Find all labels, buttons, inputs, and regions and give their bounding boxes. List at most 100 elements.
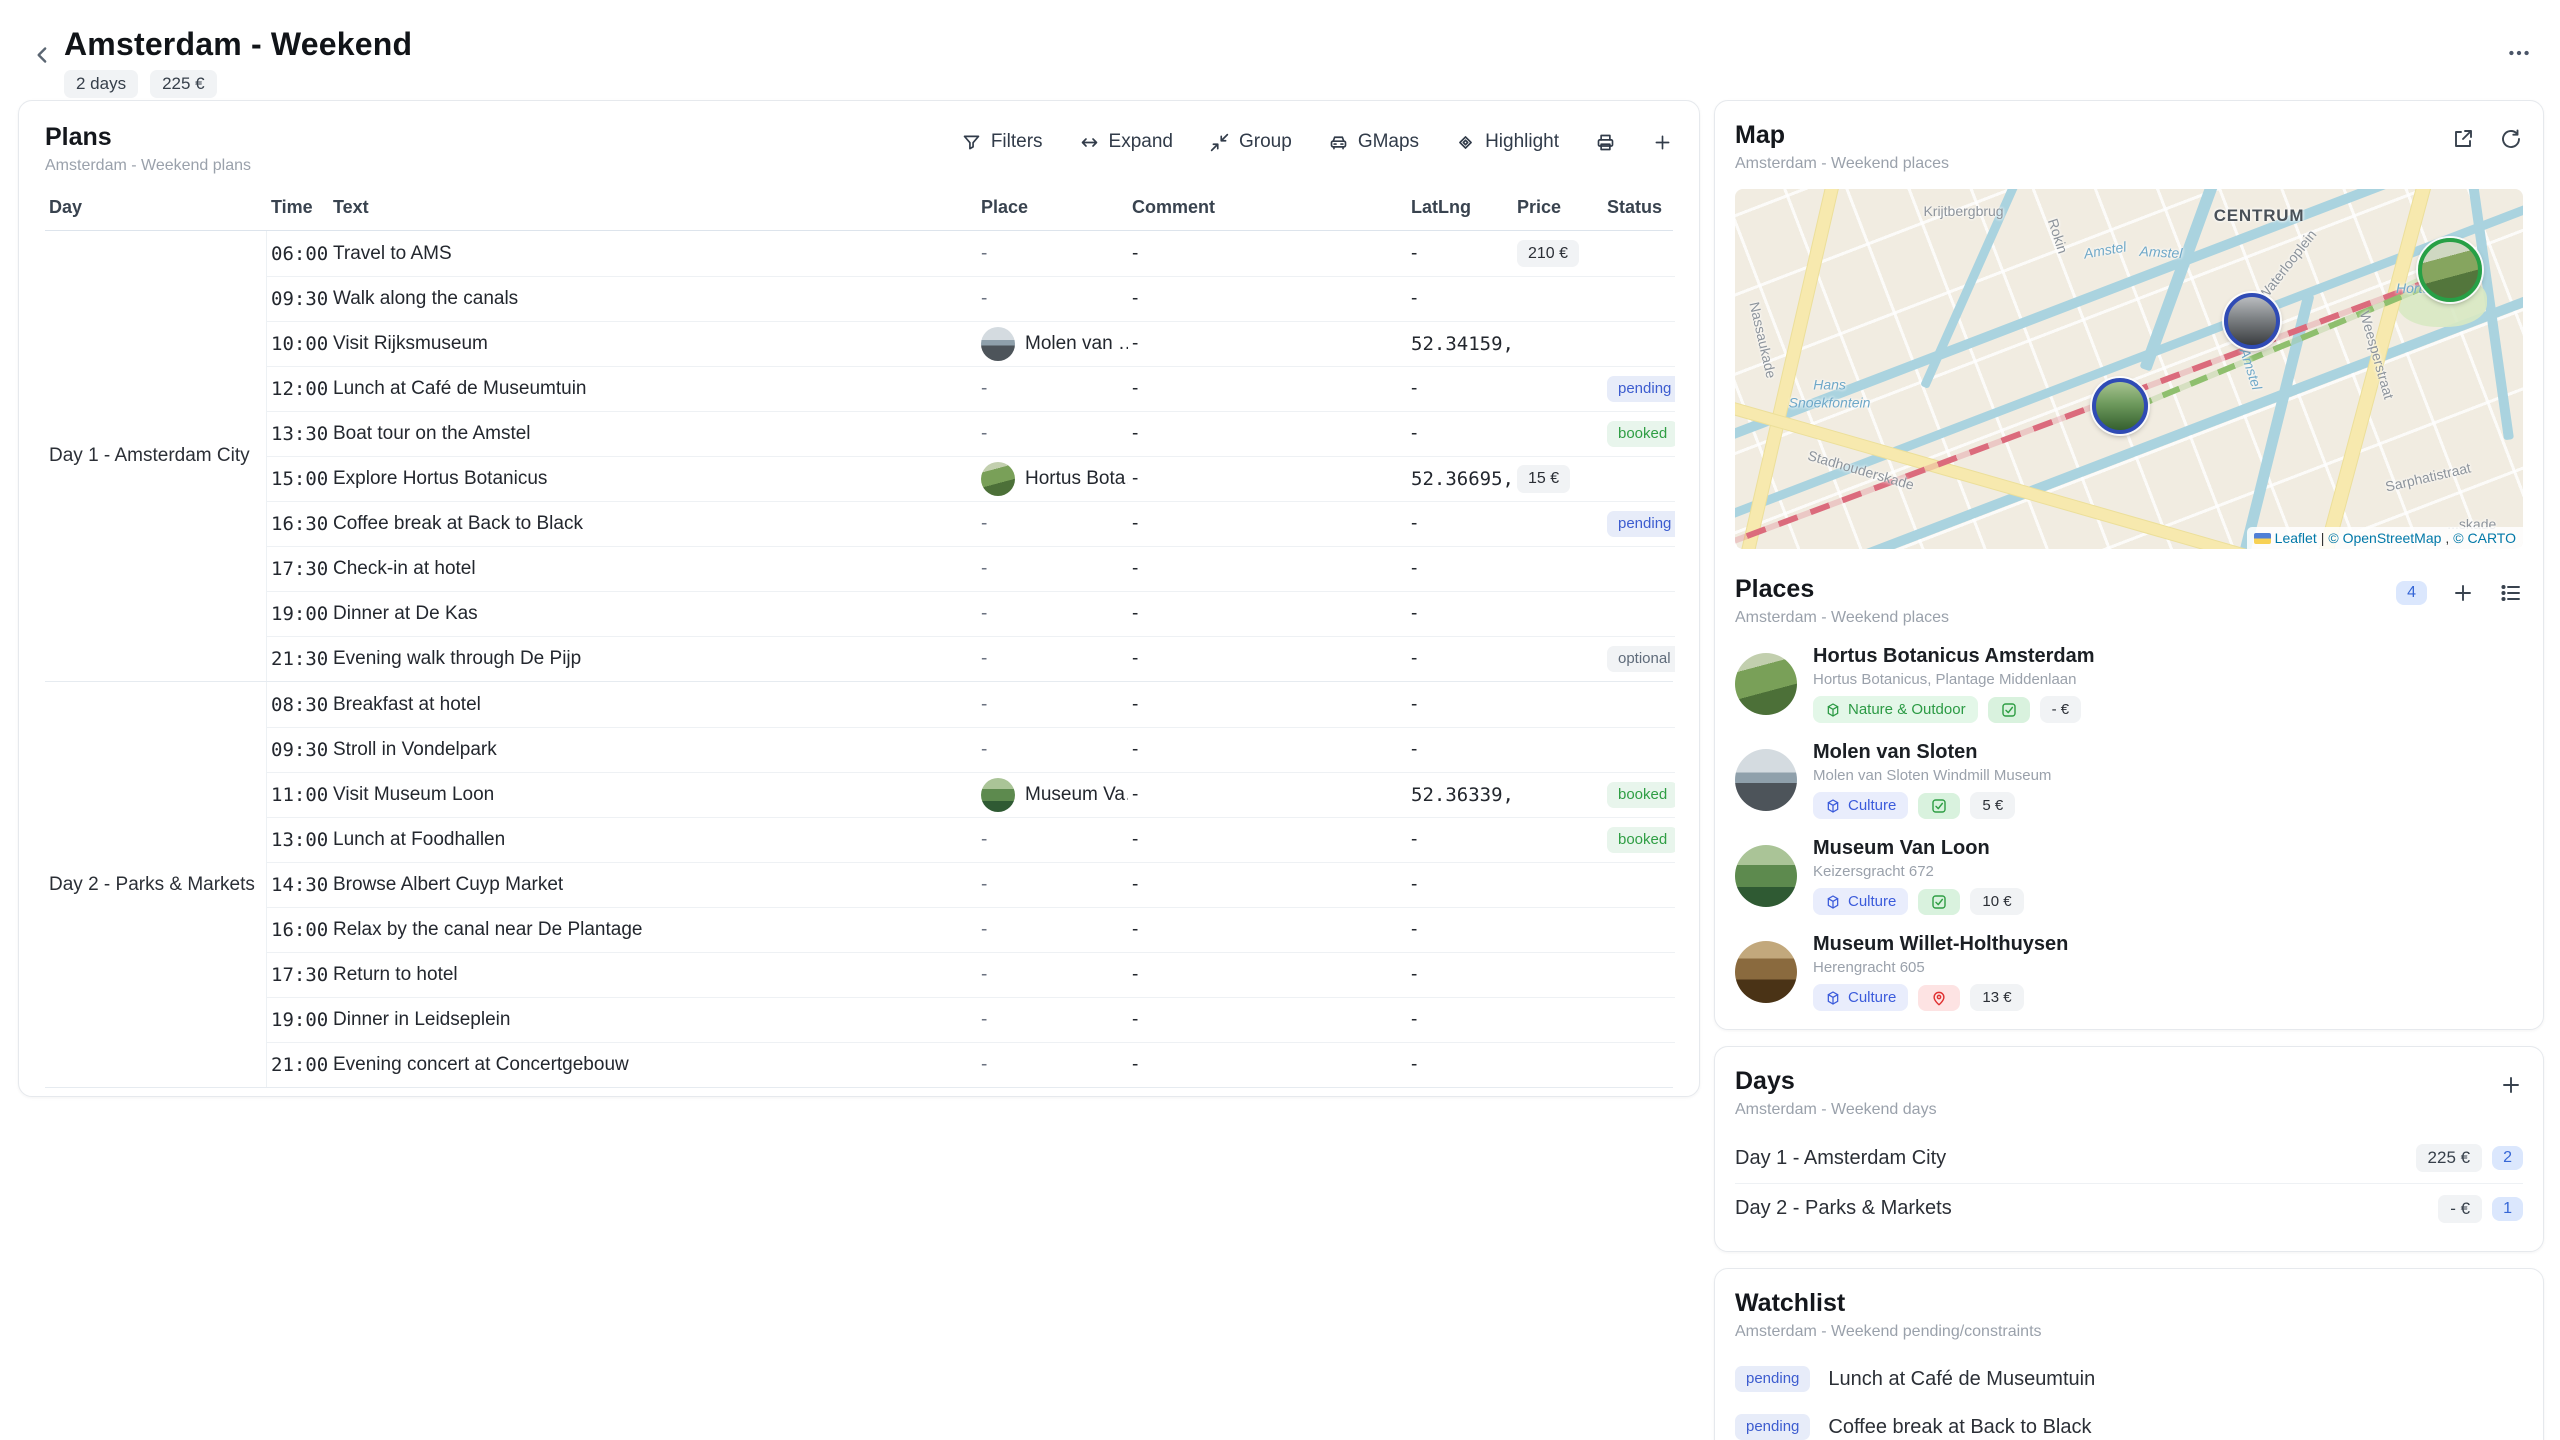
plan-latlng: - [1407, 739, 1513, 761]
plan-row[interactable]: 15:00 Explore Hortus Botanicus Hortus Bo… [267, 456, 1675, 501]
plan-time: 15:00 [267, 468, 329, 490]
place-item[interactable]: Museum Van Loon Keizersgracht 672 Cultur… [1735, 837, 2523, 915]
toolbar-gmaps-button[interactable]: GMaps [1328, 131, 1419, 153]
day-count-badge: 1 [2492, 1197, 2523, 1221]
day-item[interactable]: Day 2 - Parks & Markets - € 1 [1735, 1183, 2523, 1233]
check-icon [1930, 797, 1948, 815]
place-item[interactable]: Museum Willet-Holthuysen Herengracht 605… [1735, 933, 2523, 1011]
visited-check-badge [1918, 793, 1960, 819]
places-actions: 4 [2396, 581, 2523, 605]
plan-row[interactable]: 19:00 Dinner at De Kas - - - [267, 591, 1675, 636]
plan-status: optional [1603, 646, 1675, 672]
hortus-botanicus-marker[interactable] [2418, 238, 2482, 302]
plan-row[interactable]: 16:00 Relax by the canal near De Plantag… [267, 907, 1675, 952]
plan-place: Molen van … [977, 327, 1128, 361]
refresh-icon [2499, 127, 2523, 151]
watchlist-item[interactable]: pending Coffee break at Back to Black [1735, 1403, 2523, 1440]
ukraine-flag-icon [2254, 533, 2271, 544]
place-item[interactable]: Molen van Sloten Molen van Sloten Windmi… [1735, 741, 2523, 819]
carto-link[interactable]: © CARTO [2453, 530, 2516, 546]
column-header-text[interactable]: Text [329, 197, 977, 218]
plan-place: - [977, 739, 1128, 761]
plan-comment: - [1128, 1054, 1407, 1076]
plan-status: booked [1603, 827, 1675, 853]
map-attribution: Leaflet | © OpenStreetMap, © CARTO [2247, 527, 2523, 549]
plan-text: Dinner at De Kas [329, 603, 977, 625]
toolbar-highlight-button[interactable]: Highlight [1455, 131, 1559, 153]
plan-row[interactable]: 11:00 Visit Museum Loon Museum Va… - 52.… [267, 772, 1675, 817]
plan-row[interactable]: 21:00 Evening concert at Concertgebouw -… [267, 1042, 1675, 1087]
day-item[interactable]: Day 1 - Amsterdam City 225 € 2 [1735, 1133, 2523, 1183]
map-fullscreen-button[interactable] [2451, 127, 2475, 151]
watchlist-item[interactable]: pending Lunch at Café de Museumtuin [1735, 1355, 2523, 1403]
plans-table: DayTimeTextPlaceCommentLatLngPriceStatus… [45, 197, 1673, 1088]
column-header-place[interactable]: Place [977, 197, 1128, 218]
places-list: Hortus Botanicus Amsterdam Hortus Botani… [1735, 645, 2523, 1011]
plan-row[interactable]: 08:30 Breakfast at hotel - - - [267, 682, 1675, 727]
plan-time: 13:00 [267, 829, 329, 851]
plan-row[interactable]: 06:00 Travel to AMS - - - 210 € [267, 231, 1675, 276]
plan-row[interactable]: 14:30 Browse Albert Cuyp Market - - - [267, 862, 1675, 907]
plan-latlng: 52.36339,… [1407, 784, 1513, 806]
cube-icon [1825, 702, 1841, 718]
plan-latlng: - [1407, 603, 1513, 625]
price-badge: 210 € [1517, 240, 1579, 267]
place-avatar [1735, 653, 1797, 715]
toolbar-printer-button[interactable] [1595, 132, 1616, 153]
museum-willet-holthuysen-marker[interactable] [2224, 293, 2280, 349]
plan-row[interactable]: 13:30 Boat tour on the Amstel - - - book… [267, 411, 1675, 456]
plan-text: Browse Albert Cuyp Market [329, 874, 977, 896]
plan-row[interactable]: 10:00 Visit Rijksmuseum Molen van … - 52… [267, 321, 1675, 366]
column-header-comment[interactable]: Comment [1128, 197, 1407, 218]
plan-status: pending [1603, 376, 1675, 402]
day-label: Day 1 - Amsterdam City [1735, 1147, 1946, 1170]
printer-icon [1595, 132, 1616, 153]
days-plus-button[interactable] [2499, 1073, 2523, 1097]
osm-link[interactable]: © OpenStreetMap [2328, 530, 2441, 546]
map-canvas[interactable]: KrijtbergbrugRokinAmstelAmstelCENTRUMWat… [1735, 189, 2523, 549]
back-button[interactable] [26, 38, 60, 72]
toolbar-filters-button[interactable]: Filters [961, 131, 1043, 153]
plan-place: - [977, 288, 1128, 310]
plan-row[interactable]: 17:30 Return to hotel - - - [267, 952, 1675, 997]
watchlist-card: Watchlist Amsterdam - Weekend pending/co… [1714, 1268, 2544, 1440]
plan-row[interactable]: 21:30 Evening walk through De Pijp - - -… [267, 636, 1675, 681]
column-header-day[interactable]: Day [45, 197, 267, 218]
day-label: Day 2 - Parks & Markets [1735, 1197, 1952, 1220]
column-header-time[interactable]: Time [267, 197, 329, 218]
plan-row[interactable]: 09:30 Stroll in Vondelpark - - - [267, 727, 1675, 772]
toolbar-group-button[interactable]: Group [1209, 131, 1292, 153]
plan-row[interactable]: 16:30 Coffee break at Back to Black - - … [267, 501, 1675, 546]
column-header-latlng[interactable]: LatLng [1407, 197, 1513, 218]
plans-title: Plans [45, 123, 251, 152]
plan-latlng: - [1407, 919, 1513, 941]
plan-row[interactable]: 17:30 Check-in at hotel - - - [267, 546, 1675, 591]
plan-status: booked [1603, 421, 1675, 447]
plan-row[interactable]: 12:00 Lunch at Café de Museumtuin - - - … [267, 366, 1675, 411]
plan-comment: - [1128, 784, 1407, 806]
plan-text: Return to hotel [329, 964, 977, 986]
places-plus-button[interactable] [2451, 581, 2475, 605]
plan-row[interactable]: 19:00 Dinner in Leidseplein - - - [267, 997, 1675, 1042]
column-header-price[interactable]: Price [1513, 197, 1603, 218]
plan-text: Stroll in Vondelpark [329, 739, 977, 761]
toolbar-expand-button[interactable]: Expand [1079, 131, 1173, 153]
plan-time: 16:00 [267, 919, 329, 941]
plan-row[interactable]: 09:30 Walk along the canals - - - [267, 276, 1675, 321]
place-item[interactable]: Hortus Botanicus Amsterdam Hortus Botani… [1735, 645, 2523, 723]
plan-comment: - [1128, 468, 1407, 490]
plan-text: Travel to AMS [329, 243, 977, 265]
plan-time: 09:30 [267, 288, 329, 310]
days-subtitle: Amsterdam - Weekend days [1735, 1101, 1937, 1119]
museum-van-loon-marker[interactable] [2092, 378, 2148, 434]
visited-check-badge [1988, 697, 2030, 723]
toolbar-plus-button[interactable] [1652, 132, 1673, 153]
map-label: Rokin [2045, 216, 2071, 255]
column-header-status[interactable]: Status [1603, 197, 1675, 218]
plan-price: 15 € [1513, 465, 1603, 492]
map-refresh-button[interactable] [2499, 127, 2523, 151]
places-list-button[interactable] [2499, 581, 2523, 605]
leaflet-link[interactable]: Leaflet [2275, 530, 2317, 546]
more-menu-button[interactable] [2506, 40, 2532, 69]
plan-row[interactable]: 13:00 Lunch at Foodhallen - - - booked [267, 817, 1675, 862]
